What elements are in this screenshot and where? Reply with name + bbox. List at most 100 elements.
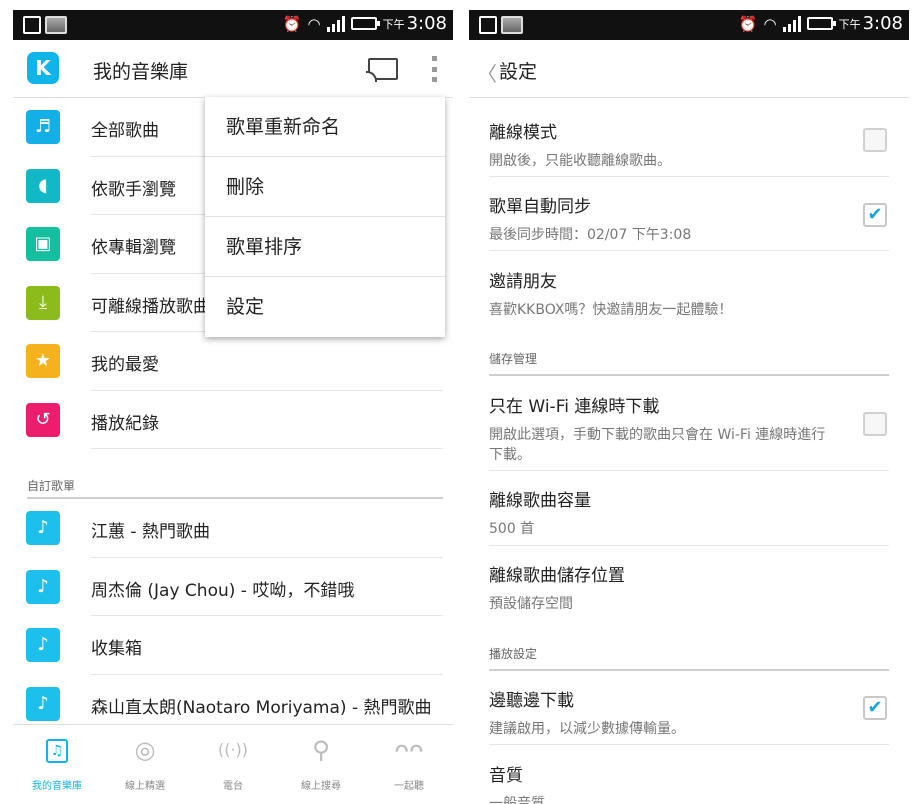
setting-subtitle: 最後同步時間：02/07 下午3:08: [489, 227, 692, 243]
tab-listen-together[interactable]: ᴖᴖ 一起聽: [365, 733, 453, 792]
artist-icon: ◖: [26, 168, 60, 203]
radio-icon: ((·)): [217, 740, 249, 759]
library-item[interactable]: ★ 我的最愛: [13, 332, 453, 391]
kkbox-logo-icon[interactable]: K: [27, 52, 59, 84]
status-bar: ⏰ ◠ 下午 3:08: [469, 10, 909, 40]
playlist-item[interactable]: ♪ 江蕙 - 熱門歌曲: [13, 499, 453, 558]
signal-icon: [326, 15, 345, 32]
checked-checkbox[interactable]: ✔: [863, 696, 887, 720]
overflow-menu: 歌單重新命名 刪除 歌單排序 設定: [205, 97, 445, 337]
setting-title: 歌單自動同步: [489, 197, 591, 217]
music-note-icon: ♪: [26, 569, 60, 604]
menu-item[interactable]: 刪除: [205, 157, 445, 217]
setting-row[interactable]: 離線歌曲儲存位置預設儲存空間: [489, 561, 889, 614]
signal-icon: [782, 15, 801, 32]
row-divider: [489, 470, 889, 471]
tab-library[interactable]: ♫ 我的音樂庫: [13, 733, 101, 792]
search-icon: ⚲: [312, 736, 330, 764]
overflow-menu-icon[interactable]: [432, 56, 438, 82]
cast-icon[interactable]: [366, 58, 398, 82]
app-bar: K 我的音樂庫: [13, 40, 453, 98]
unchecked-checkbox[interactable]: [863, 128, 887, 152]
section-divider: [489, 374, 889, 376]
playlist-item[interactable]: ♪ 收集箱: [13, 616, 453, 675]
setting-row[interactable]: 音質 一般音質: [489, 761, 889, 804]
playlist-item-label: 江蕙 - 熱門歌曲: [91, 522, 210, 542]
library-item-label: 全部歌曲: [91, 121, 159, 141]
playlist-item-label: 森山直太朗(Naotaro Moriyama) - 熱門歌曲: [91, 697, 432, 718]
playlist-item[interactable]: ♪ 周杰倫 (Jay Chou) - 哎呦，不錯哦: [13, 558, 453, 616]
setting-title: 邊聽邊下載: [489, 691, 574, 711]
setting-subtitle: 500 首: [489, 521, 535, 537]
notification-icon: [479, 16, 497, 34]
tab-search[interactable]: ⚲ 線上搜尋: [277, 733, 365, 792]
tab-featured[interactable]: ◎ 線上精選: [101, 733, 189, 792]
album-icon: ▣: [26, 227, 60, 261]
library-item-label: 我的最愛: [91, 355, 159, 375]
setting-title: 只在 Wi-Fi 連線時下載: [489, 397, 660, 417]
row-divider: [489, 250, 889, 251]
setting-subtitle: 喜歡KKBOX嗎？快邀請朋友一起體驗！: [489, 302, 733, 318]
bottom-nav: ♫ 我的音樂庫 ◎ 線上精選 ((·)) 電台 ⚲ 線上搜尋 ᴖᴖ 一起聽: [13, 724, 453, 804]
battery-icon: [350, 17, 380, 30]
notification-icons: [23, 16, 67, 34]
trash-music-icon: ♬: [26, 110, 60, 144]
library-icon: ♫: [13, 733, 101, 767]
wifi-icon: ◠: [763, 14, 777, 33]
image-notification-icon: [45, 16, 67, 34]
setting-title: 離線歌曲容量: [489, 491, 591, 511]
setting-title: 離線模式: [489, 123, 557, 143]
tab-label: 線上搜尋: [301, 781, 341, 792]
row-divider: [91, 448, 443, 449]
setting-title: 邀請朋友: [489, 272, 557, 292]
section-header: 儲存管理: [489, 352, 538, 366]
tab-label: 線上精選: [125, 781, 165, 792]
row-divider: [489, 545, 889, 546]
setting-subtitle: 一般音質: [489, 796, 545, 804]
page-title: 我的音樂庫: [93, 61, 189, 83]
music-note-icon: ♪: [26, 628, 60, 662]
star-icon: ★: [26, 344, 60, 378]
unchecked-checkbox[interactable]: [863, 412, 887, 436]
setting-row[interactable]: 邊聽邊下載建議啟用，以減少數據傳輸量。: [489, 686, 889, 739]
music-note-icon: ♪: [26, 511, 60, 545]
notification-icon: [23, 16, 41, 34]
setting-title: 離線歌曲儲存位置: [489, 566, 625, 586]
setting-row[interactable]: 邀請朋友喜歡KKBOX嗎？快邀請朋友一起體驗！: [489, 267, 889, 320]
notification-icons: [479, 16, 523, 34]
setting-row[interactable]: 離線模式開啟後，只能收聽離線歌曲。: [489, 118, 889, 171]
library-item[interactable]: ↺ 播放紀錄: [13, 391, 453, 449]
checked-checkbox[interactable]: ✔: [863, 203, 887, 227]
page-title: 設定: [499, 61, 538, 83]
listen-together-icon: ᴖᴖ: [394, 736, 424, 764]
status-ampm: 下午: [382, 17, 405, 31]
library-item-label: 依歌手瀏覽: [91, 179, 176, 200]
image-notification-icon: [501, 16, 523, 34]
setting-row[interactable]: 只在 Wi-Fi 連線時下載開啟此選項，手動下載的歌曲只會在 Wi-Fi 連線時…: [489, 392, 889, 465]
status-ampm: 下午: [838, 17, 861, 31]
setting-subtitle: 建議啟用，以減少數據傳輸量。: [489, 721, 685, 737]
menu-item[interactable]: 歌單排序: [205, 217, 445, 277]
status-time: 3:08: [406, 13, 447, 34]
playlist-item-label: 收集箱: [91, 639, 142, 659]
featured-icon: ◎: [134, 736, 156, 764]
alarm-icon: ⏰: [738, 14, 758, 33]
custom-playlists-header: 自訂歌單: [27, 479, 76, 493]
music-note-icon: ♪: [26, 686, 60, 721]
battery-icon: [806, 17, 836, 30]
setting-row[interactable]: 歌單自動同步最後同步時間：02/07 下午3:08: [489, 192, 889, 245]
library-screen: ⏰ ◠ 下午 3:08 K 我的音樂庫 ♬ 全部歌曲 ◖ 依歌手瀏覽 ▣ 依專輯瀏覽 ⤓ 可離…: [13, 0, 453, 804]
menu-item[interactable]: 歌單重新命名: [205, 97, 445, 157]
setting-subtitle: 預設儲存空間: [489, 596, 573, 612]
download-icon: ⤓: [26, 285, 60, 320]
setting-row[interactable]: 離線歌曲容量 500 首: [489, 486, 889, 539]
setting-subtitle: 開啟後，只能收聽離線歌曲。: [489, 153, 671, 169]
library-item-label: 播放紀錄: [91, 413, 159, 434]
tab-radio[interactable]: ((·)) 電台: [189, 733, 277, 792]
menu-item[interactable]: 設定: [205, 277, 445, 337]
tab-label: 電台: [223, 781, 243, 792]
setting-subtitle: 開啟此選項，手動下載的歌曲只會在 Wi-Fi 連線時進行下載。: [489, 427, 826, 463]
back-chevron-icon[interactable]: 〈: [477, 58, 497, 87]
playlist-list: ♪ 江蕙 - 熱門歌曲 ♪ 周杰倫 (Jay Chou) - 哎呦，不錯哦 ♪ 收集箱 ♪ 森…: [13, 499, 453, 733]
tab-label: 一起聽: [394, 781, 424, 792]
